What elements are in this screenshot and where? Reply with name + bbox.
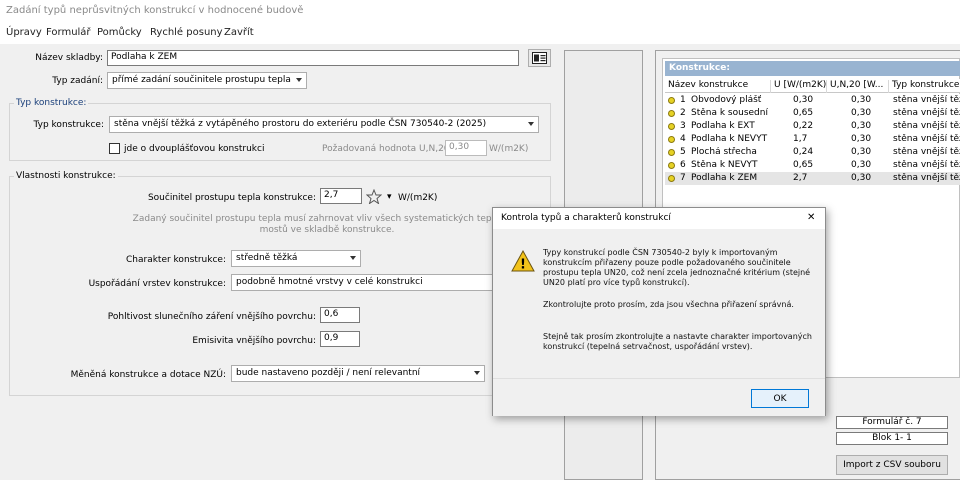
- pozadovana-label: Požadovaná hodnota U,N,20:: [322, 144, 453, 154]
- status-dot-icon: [668, 110, 675, 117]
- pozadovana-input: 0,30: [445, 140, 487, 156]
- id-card-icon: [532, 52, 547, 64]
- table-row[interactable]: 6 Stěna k NEVYT 0,65 0,30 stěna vnější t…: [665, 159, 960, 172]
- formular-indicator: Formulář č. 7: [836, 416, 948, 429]
- column-header-un20[interactable]: U,N,20 [W...: [827, 80, 889, 93]
- soucinitel-unit: W/(m2K): [398, 193, 438, 203]
- table-row[interactable]: 3 Podlaha k EXT 0,22 0,30 stěna vnější t…: [665, 120, 960, 133]
- nazev-label: Název skladby:: [35, 53, 103, 63]
- table-row[interactable]: 2 Stěna k sousední ... 0,65 0,30 stěna v…: [665, 107, 960, 120]
- dialog-message-3: Stejně tak prosím zkontrolujte a nastavt…: [543, 332, 812, 351]
- menu-upravy[interactable]: Úpravy: [6, 27, 42, 38]
- menena-select[interactable]: bude nastaveno později / není relevantní: [231, 365, 485, 382]
- status-dot-icon: [668, 175, 675, 182]
- status-dot-icon: [668, 149, 675, 156]
- status-dot-icon: [668, 97, 675, 104]
- menu-formular[interactable]: Formulář: [46, 27, 91, 38]
- menu-bar: Úpravy Formulář Pomůcky Rychlé posuny Za…: [0, 22, 960, 44]
- typ-zadani-value: přímé zadání součinitele prostupu tepla: [112, 75, 291, 85]
- soucinitel-unit-arrow: ▾: [387, 192, 392, 202]
- typ-konstrukce-label: Typ konstrukce:: [33, 120, 104, 130]
- menena-label: Měněná konstrukce a dotace NZÚ:: [70, 370, 226, 380]
- soucinitel-input[interactable]: 2,7: [320, 188, 362, 204]
- charakter-value: středně těžká: [236, 253, 298, 263]
- pozadovana-unit: W/(m2K): [489, 144, 529, 154]
- table-row[interactable]: 5 Plochá střecha 0,24 0,30 stěna vnější …: [665, 146, 960, 159]
- typ-konstrukce-group-title: Typ konstrukce:: [14, 98, 89, 108]
- dvouplast-label: jde o dvouplášťovou konstrukci: [124, 144, 265, 154]
- soucinitel-hint: Zadaný součinitel prostupu tepla musí za…: [132, 214, 522, 235]
- table-row[interactable]: 4 Podlaha k NEVYT 1,7 0,30 stěna vnější …: [665, 133, 960, 146]
- emisivita-label: Emisivita vnějšího povrchu:: [192, 336, 316, 346]
- warning-dialog: Kontrola typů a charakterů konstrukcí ✕ …: [492, 207, 826, 416]
- pohltivost-input[interactable]: 0,6: [320, 307, 360, 323]
- menu-rychle-posuny[interactable]: Rychlé posuny: [150, 27, 223, 38]
- menu-pomucky[interactable]: Pomůcky: [97, 27, 142, 38]
- import-csv-button[interactable]: Import z CSV souboru: [836, 455, 948, 475]
- dialog-message-1: Typy konstrukcí podle ČSN 730540-2 byly …: [543, 248, 811, 287]
- blok-indicator: Blok 1- 1: [836, 432, 948, 445]
- charakter-label: Charakter konstrukce:: [125, 255, 226, 265]
- status-dot-icon: [668, 136, 675, 143]
- usporadani-value: podobně hmotné vrstvy v celé konstrukci: [236, 277, 423, 287]
- window-title: Zadání typů neprůsvitných konstrukcí v h…: [6, 5, 304, 16]
- table-row-selected[interactable]: 7 Podlaha k ZEM 2,7 0,30 stěna vnější tě…: [665, 172, 960, 185]
- table-title: Konstrukce:: [665, 61, 960, 76]
- close-icon[interactable]: ✕: [807, 212, 815, 223]
- emisivita-input[interactable]: 0,9: [320, 331, 360, 347]
- column-header-name[interactable]: Název konstrukce: [665, 80, 771, 93]
- soucinitel-label: Součinitel prostupu tepla konstrukce:: [147, 193, 316, 203]
- status-dot-icon: [668, 162, 675, 169]
- table-row[interactable]: 1 Obvodový plášť 0,30 0,30 stěna vnější …: [665, 94, 960, 107]
- typ-konstrukce-select[interactable]: stěna vnější těžká z vytápěného prostoru…: [109, 116, 539, 133]
- status-dot-icon: [668, 123, 675, 130]
- typ-konstrukce-value: stěna vnější těžká z vytápěného prostoru…: [114, 119, 487, 129]
- charakter-select[interactable]: středně těžká: [231, 250, 361, 267]
- warning-icon: !: [511, 250, 535, 272]
- column-header-u[interactable]: U [W/(m2K)]: [771, 80, 827, 93]
- vlastnosti-group-title: Vlastnosti konstrukce:: [14, 171, 118, 181]
- dialog-title: Kontrola typů a charakterů konstrukcí: [501, 213, 671, 223]
- chevron-down-icon: [528, 122, 534, 126]
- star-icon[interactable]: [366, 189, 382, 204]
- dvouplast-checkbox[interactable]: [109, 143, 120, 154]
- menu-zavrit[interactable]: Zavřít: [224, 27, 254, 38]
- title-bar: Zadání typů neprůsvitných konstrukcí v h…: [0, 0, 960, 22]
- pohltivost-label: Pohltivost slunečního záření vnějšího po…: [107, 312, 316, 322]
- nazev-input[interactable]: Podlaha k ZEM: [107, 50, 519, 66]
- usporadani-label: Uspořádání vrstev konstrukce:: [88, 279, 226, 289]
- chevron-down-icon: [474, 371, 480, 375]
- menena-value: bude nastaveno později / není relevantní: [236, 368, 421, 378]
- chevron-down-icon: [350, 256, 356, 260]
- chevron-down-icon: [296, 78, 302, 82]
- ok-button[interactable]: OK: [751, 389, 809, 408]
- table-header: Název konstrukce U [W/(m2K)] U,N,20 [W..…: [665, 79, 960, 93]
- column-header-type[interactable]: Typ konstrukce: [889, 80, 960, 93]
- typ-zadani-select[interactable]: přímé zadání součinitele prostupu tepla: [107, 72, 307, 89]
- svg-text:!: !: [520, 258, 526, 273]
- typ-zadani-label: Typ zadání:: [52, 76, 103, 86]
- id-card-button[interactable]: [528, 49, 551, 67]
- dialog-title-bar: Kontrola typů a charakterů konstrukcí ✕: [493, 208, 825, 229]
- dialog-message-2: Zkontrolujte proto prosím, zda jsou všec…: [543, 300, 794, 309]
